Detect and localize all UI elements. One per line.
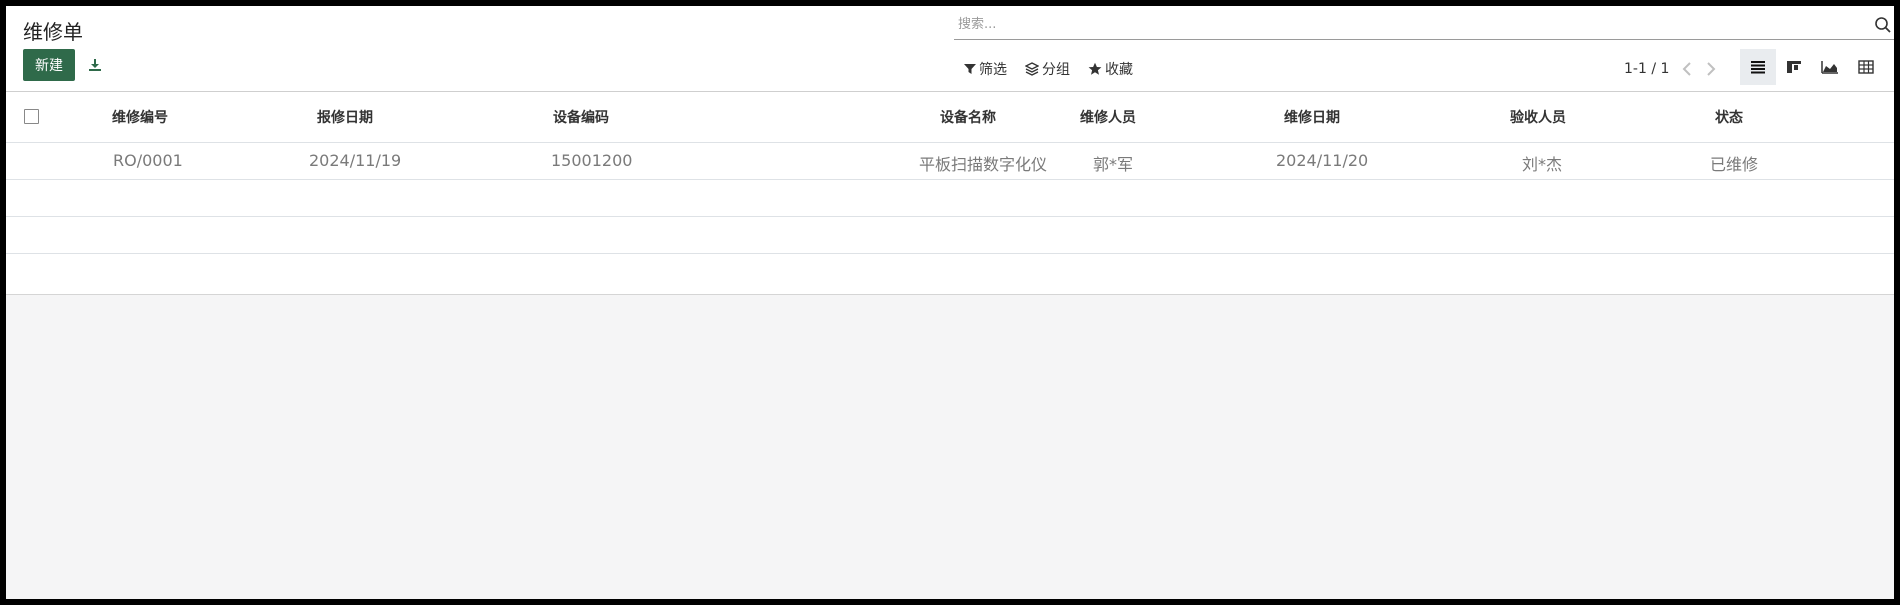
- cell-repair-date: 2024/11/20: [1276, 151, 1369, 170]
- star-icon: [1088, 62, 1102, 75]
- list-icon: [1751, 61, 1765, 74]
- search-icon[interactable]: [1874, 16, 1892, 34]
- chevron-left-icon: [1682, 62, 1692, 76]
- select-all-checkbox[interactable]: [24, 109, 39, 124]
- control-panel: 维修单 新建 筛选: [6, 6, 1894, 92]
- search-input[interactable]: [954, 13, 1862, 35]
- search-bar: [954, 11, 1894, 40]
- kanban-icon: [1787, 61, 1801, 73]
- table-header: 维修编号 报修日期 设备编码 设备名称 维修人员 维修日期 验收人员 状态: [6, 92, 1894, 143]
- layers-icon: [1025, 62, 1039, 76]
- cell-equipment-name: 平板扫描数字化仪: [919, 155, 1048, 174]
- view-switcher: [1740, 49, 1884, 85]
- area-chart-icon: [1821, 61, 1838, 74]
- filter-icon: [964, 64, 976, 74]
- graph-view-button[interactable]: [1812, 49, 1848, 85]
- filter-label: 筛选: [979, 62, 1007, 78]
- cell-report-date: 2024/11/19: [309, 151, 402, 170]
- page-title: 维修单: [23, 20, 83, 44]
- pivot-view-button[interactable]: [1848, 49, 1884, 85]
- group-by-dropdown[interactable]: 分组: [1025, 59, 1070, 79]
- column-header-repair-number[interactable]: 维修编号: [112, 107, 168, 127]
- column-header-acceptor[interactable]: 验收人员: [1510, 107, 1566, 127]
- list-table: 维修编号 报修日期 设备编码 设备名称 维修人员 维修日期 验收人员 状态 RO…: [6, 92, 1894, 295]
- list-view-button[interactable]: [1740, 49, 1776, 85]
- column-header-status[interactable]: 状态: [1715, 107, 1743, 127]
- column-header-repair-person[interactable]: 维修人员: [1080, 107, 1136, 127]
- pager-value[interactable]: 1-1 / 1: [1624, 61, 1669, 77]
- pager-previous[interactable]: [1677, 59, 1697, 79]
- cell-repair-person: 郭*军: [1093, 155, 1134, 174]
- column-header-equipment-name[interactable]: 设备名称: [940, 107, 996, 127]
- cell-repair-number: RO/0001: [113, 151, 183, 170]
- table-row[interactable]: RO/0001 2024/11/19 15001200 平板扫描数字化仪 郭*军…: [6, 143, 1894, 180]
- download-button[interactable]: [84, 54, 106, 76]
- table-icon: [1858, 60, 1874, 74]
- column-header-equipment-code[interactable]: 设备编码: [553, 107, 609, 127]
- cell-acceptor: 刘*杰: [1522, 155, 1563, 174]
- column-header-repair-date[interactable]: 维修日期: [1284, 107, 1340, 127]
- new-button[interactable]: 新建: [23, 49, 75, 81]
- cell-status: 已维修: [1710, 155, 1759, 174]
- group-label: 分组: [1042, 62, 1070, 78]
- pager-next[interactable]: [1701, 59, 1721, 79]
- empty-row: [6, 254, 1894, 290]
- empty-row: [6, 180, 1894, 217]
- chevron-right-icon: [1707, 62, 1716, 76]
- pager: 1-1 / 1: [1624, 59, 1721, 79]
- app-frame: 维修单 新建 筛选: [6, 6, 1894, 599]
- search-facets: 筛选 分组 收藏: [964, 59, 1133, 79]
- cell-equipment-code: 15001200: [551, 151, 633, 170]
- download-icon: [89, 59, 101, 71]
- column-header-report-date[interactable]: 报修日期: [317, 107, 373, 127]
- favorites-dropdown[interactable]: 收藏: [1088, 59, 1133, 79]
- kanban-view-button[interactable]: [1776, 49, 1812, 85]
- empty-row: [6, 217, 1894, 254]
- favorite-label: 收藏: [1105, 62, 1133, 78]
- filter-dropdown[interactable]: 筛选: [964, 59, 1007, 79]
